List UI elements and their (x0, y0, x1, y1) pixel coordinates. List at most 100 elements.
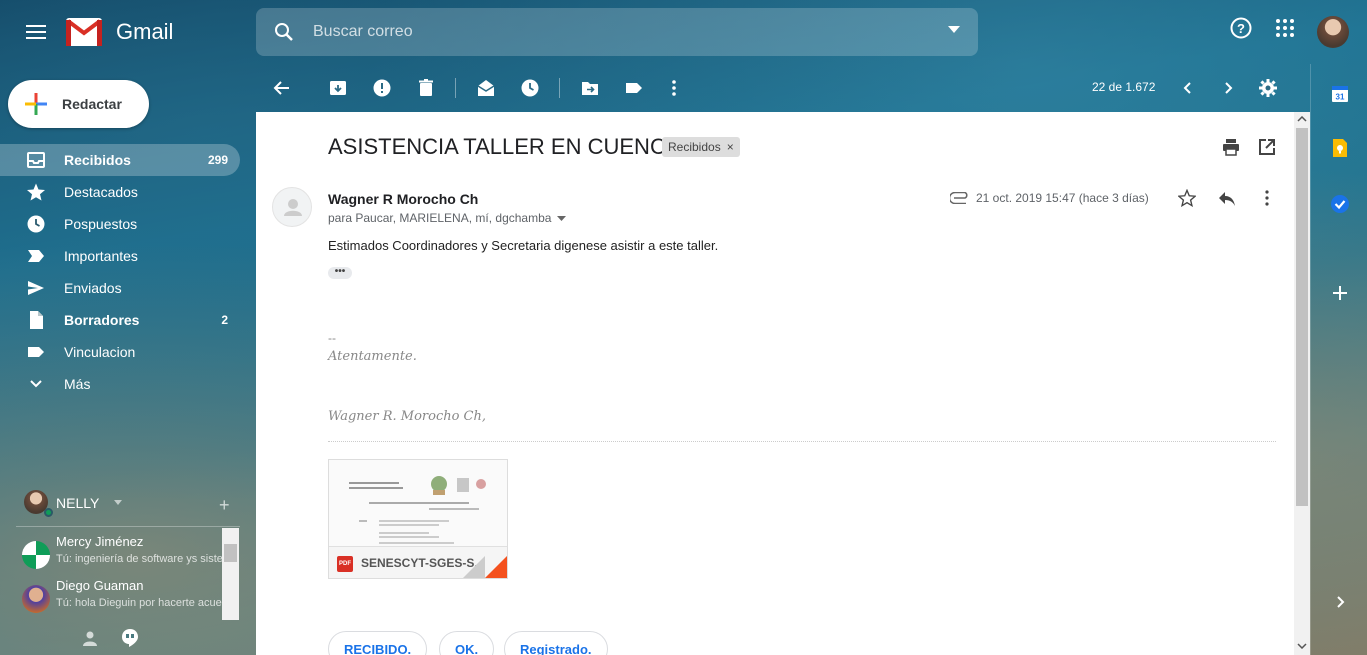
show-trimmed-content-button[interactable]: ••• (328, 267, 352, 279)
sender-avatar[interactable] (272, 187, 312, 227)
sidebar-item-recibidos[interactable]: Recibidos 299 (0, 144, 240, 176)
newer-chevron-icon[interactable] (1178, 78, 1198, 98)
sender-name[interactable]: Wagner R Morocho Ch (328, 191, 478, 207)
smart-reply-registrado[interactable]: Registrado. (504, 631, 608, 655)
message-pane: ASISTENCIA TALLER EN CUENCA Recibidos × … (256, 112, 1310, 655)
compose-button[interactable]: Redactar (8, 80, 149, 128)
show-details-icon[interactable] (557, 215, 567, 221)
document-thumbnail-icon (349, 476, 486, 544)
contact-name: Mercy Jiménez (56, 534, 144, 549)
sidebar-item-importantes[interactable]: Importantes (0, 240, 240, 272)
draft-count: 2 (221, 313, 228, 327)
hangouts-icon[interactable] (120, 628, 140, 648)
settings-gear-icon[interactable] (1258, 78, 1278, 98)
sidebar-item-label: Borradores (64, 312, 140, 328)
attachment-clip-icon (950, 192, 968, 204)
hangouts-contact[interactable]: Diego Guaman Tú: hola Dieguin por hacert… (22, 578, 227, 618)
default-avatar-icon (284, 199, 302, 216)
sidebar-item-pospuestos[interactable]: Pospuestos (0, 208, 240, 240)
attachment-card[interactable]: PDF SENESCYT-SGES-S... (328, 459, 508, 579)
unread-count: 299 (207, 153, 228, 167)
hangouts-user-name[interactable]: NELLY (56, 495, 99, 511)
chevron-down-icon (30, 380, 42, 388)
message-more-icon[interactable] (1258, 189, 1276, 207)
hangouts-divider (16, 526, 240, 527)
scrollbar-thumb[interactable] (224, 544, 237, 562)
search-options-icon (948, 26, 960, 33)
scroll-up-icon[interactable] (1297, 116, 1307, 122)
message-date: 21 oct. 2019 15:47 (hace 3 días) (976, 191, 1149, 205)
smart-reply-ok[interactable]: OK. (439, 631, 495, 655)
move-to-icon[interactable] (580, 78, 600, 98)
calendar-icon[interactable]: 31 (1330, 84, 1350, 104)
star-outline-icon[interactable] (1178, 189, 1196, 207)
recipients-text: para Paucar, MARIELENA, mí, dgchamba (328, 211, 552, 225)
inbox-icon (27, 152, 45, 168)
snooze-icon[interactable] (520, 78, 540, 98)
person-icon[interactable] (80, 628, 100, 648)
message-position: 22 de 1.672 (1092, 80, 1156, 94)
caret-down-icon[interactable] (114, 500, 122, 505)
draft-icon (30, 311, 43, 329)
message-body: Estimados Coordinadores y Secretaria dig… (328, 238, 719, 253)
search-bar[interactable] (256, 8, 978, 56)
scroll-down-icon[interactable] (1297, 643, 1307, 649)
apps-grid-icon[interactable] (1273, 16, 1297, 40)
add-addon-icon[interactable] (1330, 283, 1350, 303)
help-icon[interactable]: ? (1229, 16, 1253, 40)
hangouts-scrollbar[interactable] (222, 528, 239, 620)
message-scrollbar[interactable] (1294, 112, 1310, 655)
contact-last-message: Tú: hola Dieguin por hacerte acuerdo (56, 597, 226, 609)
sidebar-item-label: Recibidos (64, 152, 131, 168)
expand-panel-icon[interactable] (1330, 592, 1350, 612)
signature-separator: -- (328, 331, 336, 345)
label-chip[interactable]: Recibidos × (662, 137, 740, 157)
top-bar: Gmail ? (0, 0, 1367, 64)
older-chevron-icon[interactable] (1218, 78, 1238, 98)
account-avatar[interactable] (1317, 16, 1349, 48)
report-spam-icon[interactable] (372, 78, 392, 98)
sidebar-item-mas[interactable]: Más (0, 368, 240, 400)
hangouts-contact[interactable]: Mercy Jiménez Tú: ingeniería de software… (22, 534, 227, 574)
attachments-divider (328, 441, 1276, 442)
reply-icon[interactable] (1217, 189, 1237, 207)
open-new-window-icon[interactable] (1258, 138, 1276, 156)
gmail-logo[interactable]: Gmail (66, 18, 173, 46)
search-icon (275, 23, 293, 41)
delete-icon[interactable] (416, 78, 436, 98)
sidebar-item-destacados[interactable]: Destacados (0, 176, 240, 208)
important-icon (28, 250, 44, 262)
label-as-icon[interactable] (624, 78, 644, 98)
sidebar-item-borradores[interactable]: Borradores 2 (0, 304, 240, 336)
sidebar-item-label: Enviados (64, 280, 122, 296)
more-vert-icon[interactable] (664, 78, 684, 98)
toolbar-divider (559, 78, 560, 98)
back-arrow-icon[interactable] (272, 78, 292, 98)
print-icon[interactable] (1222, 138, 1240, 156)
tasks-icon[interactable] (1330, 194, 1350, 214)
sidebar-item-vinculacion[interactable]: Vinculacion (0, 336, 240, 368)
compose-plus-icon (25, 93, 47, 115)
remove-label-button[interactable]: × (727, 140, 734, 154)
mark-unread-icon[interactable] (476, 78, 496, 98)
side-panel: 31 (1310, 64, 1367, 655)
svg-text:?: ? (1237, 21, 1245, 36)
sidebar-nav: Recibidos 299 Destacados Pospuestos Impo… (0, 144, 240, 400)
main-menu-button[interactable] (22, 20, 50, 44)
label-chip-text: Recibidos (668, 140, 721, 154)
archive-icon[interactable] (328, 78, 348, 98)
message-subject: ASISTENCIA TALLER EN CUENCA (328, 134, 681, 159)
smart-reply-recibido[interactable]: RECIBIDO. (328, 631, 428, 655)
compose-label: Redactar (62, 96, 122, 112)
contact-last-message: Tú: ingeniería de software ys sistemas (56, 553, 226, 565)
keep-icon[interactable] (1330, 138, 1350, 158)
search-input[interactable] (313, 20, 913, 44)
scrollbar-thumb[interactable] (1296, 128, 1308, 506)
page-corner-decoration (485, 556, 507, 578)
new-conversation-button[interactable]: + (219, 495, 230, 516)
clock-icon (27, 215, 45, 233)
star-icon (27, 183, 45, 201)
message-toolbar: 22 de 1.672 (256, 64, 1310, 112)
sidebar-item-enviados[interactable]: Enviados (0, 272, 240, 304)
signature-closing: Atentamente. (328, 349, 417, 364)
